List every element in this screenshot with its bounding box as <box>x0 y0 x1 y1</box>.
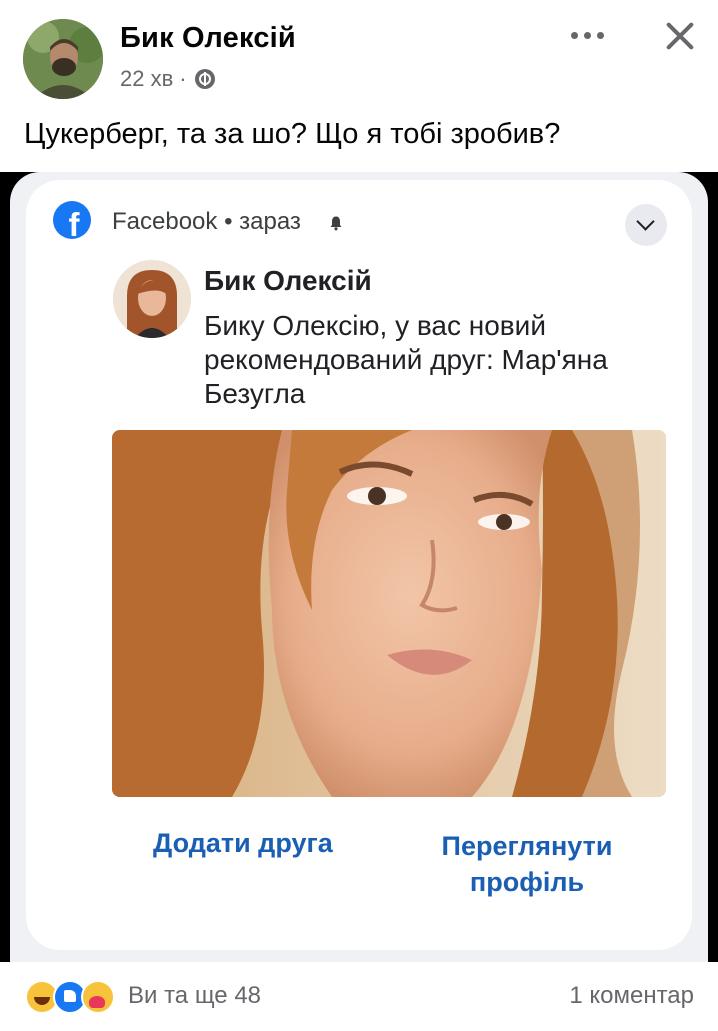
view-profile-button[interactable]: Переглянути профіль <box>412 828 642 900</box>
post-author-name[interactable]: Бик Олексій <box>120 22 296 55</box>
meta-separator: · <box>179 66 187 91</box>
notification-title: Бик Олексій <box>204 265 372 296</box>
chevron-down-icon[interactable] <box>625 204 667 246</box>
sender-avatar-image <box>113 260 191 338</box>
friend-photo-image <box>112 430 666 797</box>
post-text: Цукерберг, та за шо? Що я тобі зробив? <box>24 118 561 150</box>
facebook-logo-icon: f <box>53 201 91 239</box>
post-meta: 22 хв · <box>120 66 215 92</box>
sender-avatar <box>113 260 191 338</box>
notification-time: • зараз <box>224 208 301 235</box>
reactions-count[interactable]: Ви та ще 48 <box>128 982 261 1010</box>
post-time[interactable]: 22 хв <box>120 66 173 92</box>
notification-app-label: Facebook <box>112 208 218 235</box>
suggested-friend-photo[interactable] <box>112 430 666 797</box>
globe-icon <box>194 69 215 89</box>
care-icon <box>81 980 115 1014</box>
more-options-button[interactable] <box>562 20 612 50</box>
notification-body: Бику Олексію, у вас новий рекомендований… <box>204 310 608 409</box>
author-avatar-image <box>23 19 103 99</box>
close-icon[interactable] <box>656 12 704 60</box>
comments-count[interactable]: 1 коментар <box>569 982 694 1010</box>
reaction-icons[interactable] <box>25 980 125 1014</box>
add-friend-button[interactable]: Додати друга <box>153 828 333 859</box>
author-avatar[interactable] <box>23 19 103 99</box>
more-horizontal-icon <box>570 31 578 39</box>
notification-app-name: Facebook • зараз <box>112 208 301 236</box>
bell-icon <box>330 216 342 231</box>
